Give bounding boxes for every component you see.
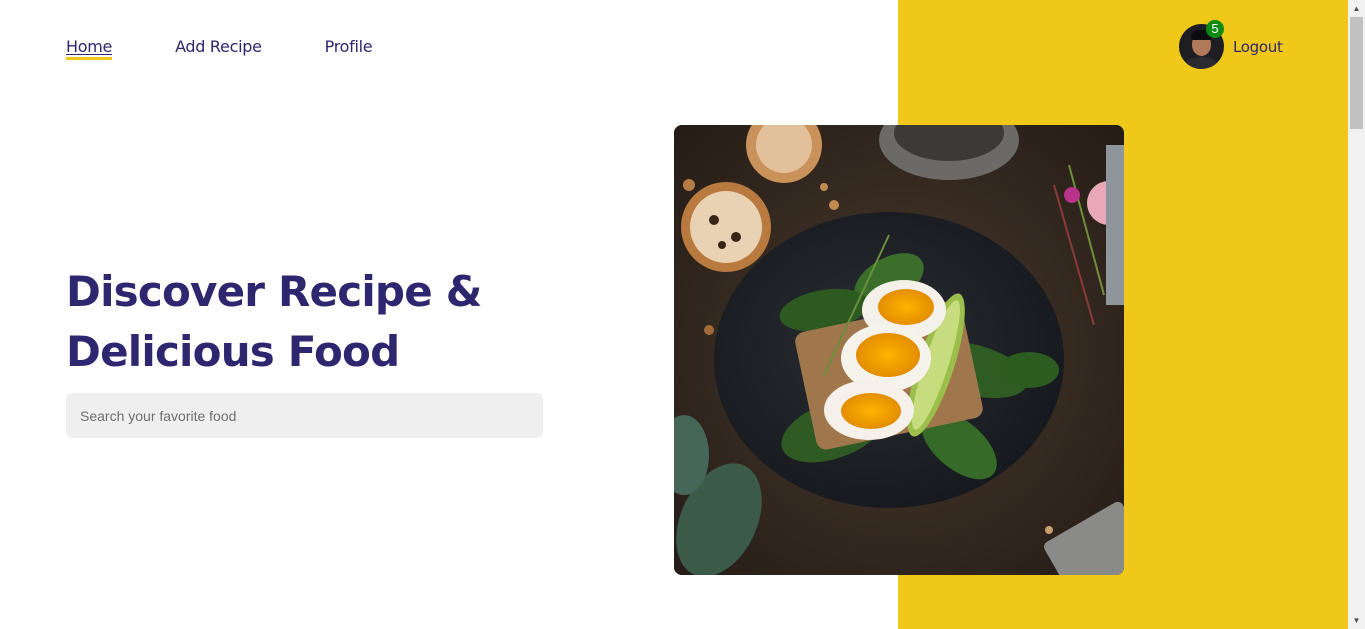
notification-badge: 5 — [1206, 20, 1224, 38]
nav-home-link[interactable]: Home — [66, 36, 113, 60]
hero-title-line-2: Delicious Food — [66, 327, 400, 376]
search-input[interactable] — [66, 393, 543, 438]
scroll-down-arrow-icon[interactable]: ▼ — [1348, 612, 1365, 629]
nav-add-recipe-link[interactable]: Add Recipe — [175, 36, 262, 58]
logout-link[interactable]: Logout — [1233, 38, 1283, 56]
scroll-up-arrow-icon[interactable]: ▲ — [1348, 0, 1365, 17]
nav-profile-link[interactable]: Profile — [325, 36, 373, 58]
user-menu: Logout — [1179, 24, 1283, 69]
nav-home-label: Home — [66, 37, 113, 56]
hero-title-line-1: Discover Recipe & — [66, 267, 482, 316]
hero-food-image — [674, 125, 1124, 575]
hero-title: Discover Recipe & Delicious Food — [66, 262, 546, 382]
scrollbar-thumb[interactable] — [1350, 17, 1363, 129]
page-scrollbar[interactable]: ▲ ▼ — [1348, 0, 1365, 629]
main-nav: Home Add Recipe Profile — [66, 36, 373, 60]
